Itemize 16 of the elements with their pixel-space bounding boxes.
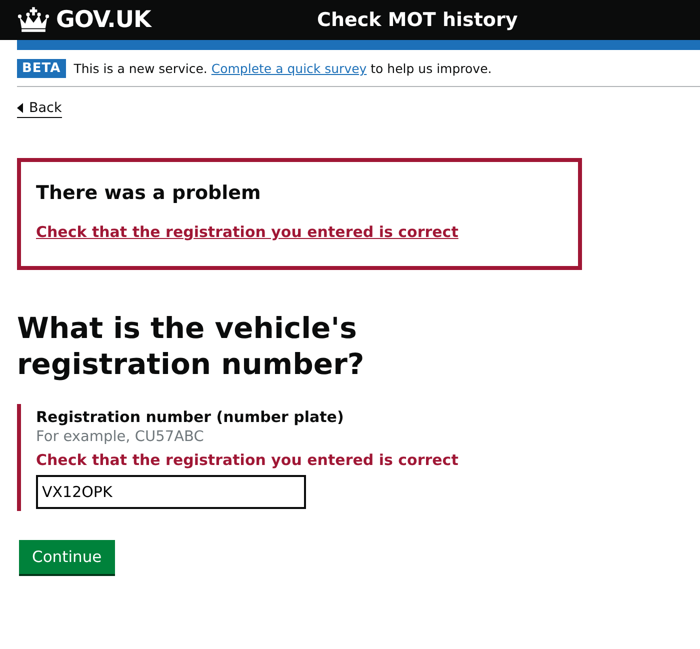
survey-link[interactable]: Complete a quick survey: [211, 61, 367, 76]
back-link[interactable]: Back: [17, 100, 62, 118]
triangle-left-icon: [17, 103, 23, 113]
field-hint: For example, CU57ABC: [36, 429, 205, 445]
logo-link[interactable]: GOV.UK: [56, 7, 151, 33]
field-label: Registration number (number plate): [36, 408, 345, 426]
input-field[interactable]: VX12OPK: [36, 475, 306, 509]
banner-text: This is a new service. Complete a quick survey to help us improve.: [74, 61, 492, 76]
error-summary-title: There was a problem: [36, 182, 262, 204]
error-message: Check that the registration you entered is correct: [36, 451, 460, 469]
error-link[interactable]: Check that the registration you entered is correct: [36, 223, 458, 241]
service-name-link[interactable]: Check MOT history: [317, 9, 518, 31]
continue-button[interactable]: Continue: [19, 540, 115, 574]
crown-icon: [17, 7, 50, 33]
beta-tag: BETA: [17, 59, 66, 78]
page-heading: What is the vehicle's registration number?: [17, 310, 366, 382]
